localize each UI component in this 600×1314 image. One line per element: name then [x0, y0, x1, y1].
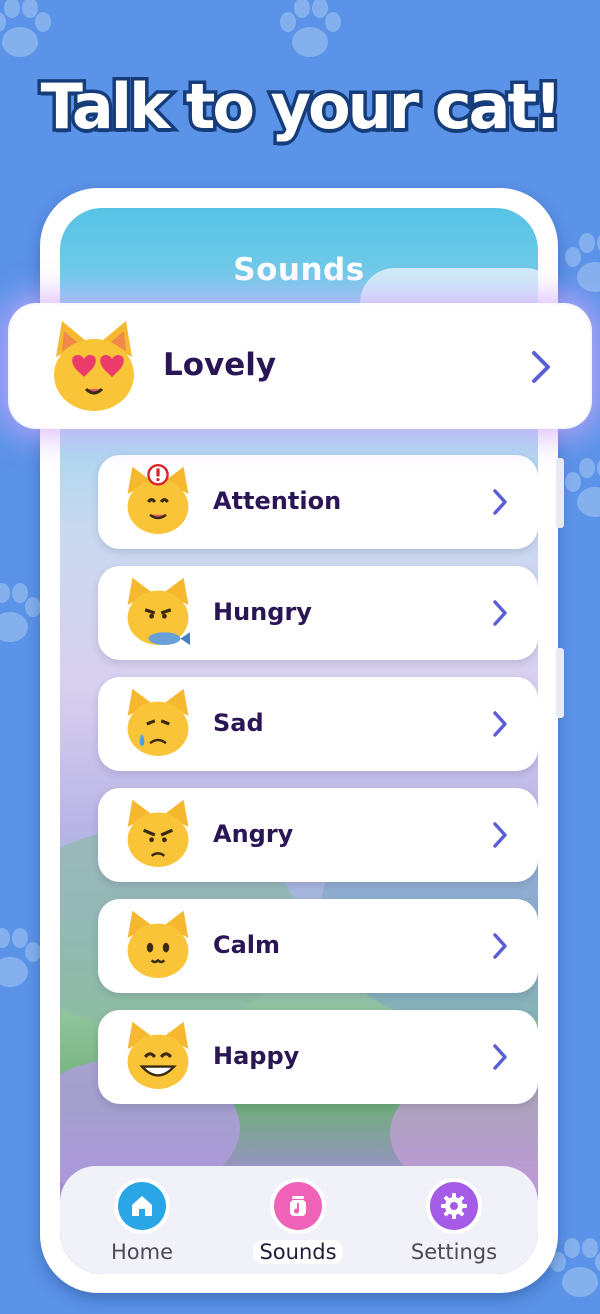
sound-item-sad[interactable]: Sad	[98, 677, 538, 771]
hungry-cat-icon	[127, 577, 190, 645]
paw-print-decoration	[0, 0, 60, 70]
chevron-right-icon	[493, 933, 507, 959]
chevron-right-icon	[493, 711, 507, 737]
home-icon	[118, 1182, 166, 1230]
sound-item-happy[interactable]: Happy	[98, 1010, 538, 1104]
chevron-right-icon	[493, 600, 507, 626]
happy-cat-icon	[127, 1021, 189, 1089]
sad-cat-icon	[127, 688, 189, 756]
nav-item-settings[interactable]: Settings	[384, 1182, 524, 1268]
gear-icon	[430, 1182, 478, 1230]
calm-cat-icon	[127, 910, 189, 978]
nav-label-sounds: Sounds	[253, 1240, 343, 1264]
chevron-right-icon	[493, 822, 507, 848]
sound-item-attention[interactable]: Attention	[98, 455, 538, 549]
phone-side-button	[556, 648, 564, 718]
sound-item-angry[interactable]: Angry	[98, 788, 538, 882]
attention-cat-icon	[127, 464, 189, 534]
nav-item-home[interactable]: Home	[72, 1182, 212, 1268]
phone-side-button	[556, 458, 564, 528]
sound-item-hungry[interactable]: Hungry	[98, 566, 538, 660]
chevron-right-icon	[532, 351, 550, 383]
chevron-right-icon	[493, 489, 507, 515]
heart-eyes-cat-icon	[54, 321, 134, 411]
sound-item-label: Happy	[213, 1042, 300, 1070]
screen-title: Sounds	[233, 252, 365, 288]
paw-print-decoration	[270, 0, 350, 70]
nav-label-settings: Settings	[410, 1240, 498, 1264]
music-album-icon	[274, 1182, 322, 1230]
sound-item-calm[interactable]: Calm	[98, 899, 538, 993]
featured-item-label: Lovely	[163, 347, 277, 383]
sound-item-label: Attention	[213, 487, 342, 515]
sound-item-label: Angry	[213, 820, 294, 848]
bottom-nav: Home Sounds Settings	[60, 1166, 538, 1274]
nav-label-home: Home	[110, 1240, 173, 1264]
nav-item-sounds[interactable]: Sounds	[228, 1182, 368, 1268]
chevron-right-icon	[493, 1044, 507, 1070]
sound-item-label: Sad	[213, 709, 264, 737]
sound-item-lovely-featured[interactable]: Lovely	[10, 305, 590, 427]
angry-cat-icon	[127, 799, 189, 867]
sound-item-label: Hungry	[213, 598, 312, 626]
sound-item-label: Calm	[213, 931, 281, 959]
promo-headline: Talk to your cat!	[37, 67, 566, 147]
paw-print-decoration	[555, 225, 600, 305]
